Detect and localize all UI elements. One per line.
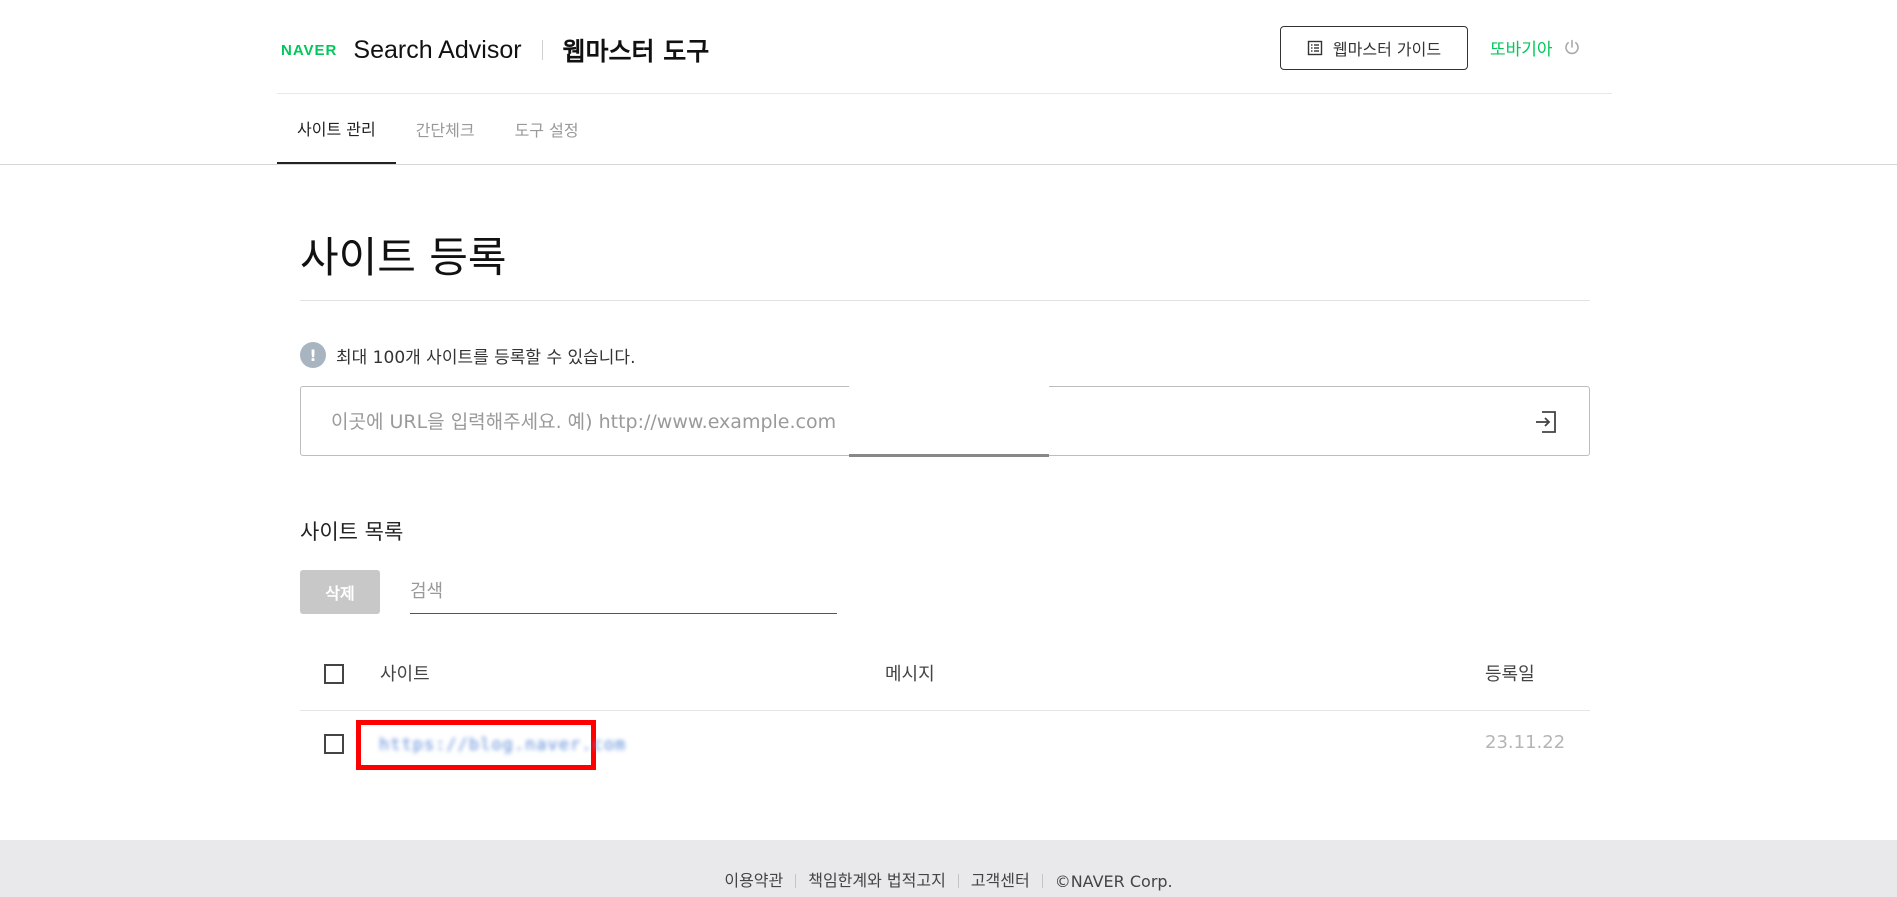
search-input[interactable] — [410, 570, 837, 612]
registration-date: 23.11.22 — [1485, 732, 1566, 753]
table-row: https://blog.naver.com 23.11.22 — [300, 710, 1590, 780]
footer-link-terms[interactable]: 이용약관 — [724, 867, 783, 891]
site-link[interactable]: https://blog.naver.com — [356, 720, 625, 770]
footer-link-support[interactable]: 고객센터 — [971, 867, 1030, 891]
header-inner: NAVER Search Advisor 웹마스터 도구 웹마스터 가이드 또바… — [277, 0, 1612, 164]
table-header: 사이트 메시지 등록일 — [300, 640, 1590, 711]
document-list-icon — [1307, 40, 1323, 56]
tab-site-management[interactable]: 사이트 관리 — [277, 94, 396, 164]
user-area: 또바기아 — [1490, 32, 1581, 62]
footer-link-legal[interactable]: 책임한계와 법적고지 — [808, 867, 946, 891]
tab-quick-check[interactable]: 간단체크 — [396, 94, 495, 164]
power-icon[interactable] — [1563, 38, 1581, 56]
row-checkbox[interactable] — [324, 734, 344, 754]
user-name[interactable]: 또바기아 — [1490, 35, 1553, 60]
search-field — [410, 570, 837, 614]
tab-bar: 사이트 관리 간단체크 도구 설정 — [277, 94, 599, 164]
url-input-overlay — [849, 383, 1049, 457]
url-input-box — [300, 383, 1590, 457]
footer-links: 이용약관 책임한계와 법적고지 고객센터 ©NAVER Corp. — [0, 840, 1897, 897]
notice-text: 최대 100개 사이트를 등록할 수 있습니다. — [336, 347, 636, 368]
footer-copyright: ©NAVER Corp. — [1054, 872, 1173, 891]
tab-tool-settings[interactable]: 도구 설정 — [495, 94, 599, 164]
title-divider — [300, 300, 1590, 301]
select-all-checkbox[interactable] — [324, 664, 344, 684]
footer: 이용약관 책임한계와 법적고지 고객센터 ©NAVER Corp. — [0, 840, 1897, 897]
product-name[interactable]: Search Advisor — [353, 36, 521, 65]
delete-button[interactable]: 삭제 — [300, 570, 380, 614]
column-header-message: 메시지 — [885, 664, 935, 685]
footer-separator — [1041, 874, 1043, 888]
column-header-site: 사이트 — [380, 664, 430, 685]
site-url: https://blog.naver.com — [379, 735, 627, 755]
webmaster-guide-button[interactable]: 웹마스터 가이드 — [1280, 26, 1468, 70]
header: NAVER Search Advisor 웹마스터 도구 웹마스터 가이드 또바… — [0, 0, 1897, 165]
column-header-date: 등록일 — [1485, 664, 1535, 685]
tool-title[interactable]: 웹마스터 도구 — [563, 32, 710, 68]
footer-separator — [795, 874, 797, 888]
exclamation-circle-icon: ! — [300, 342, 326, 368]
footer-separator — [957, 874, 959, 888]
webmaster-guide-label: 웹마스터 가이드 — [1332, 40, 1442, 59]
enter-arrow-icon[interactable] — [1533, 409, 1559, 435]
brand[interactable]: NAVER Search Advisor 웹마스터 도구 — [281, 30, 709, 70]
site-list-title: 사이트 목록 — [300, 520, 404, 544]
notice: ! 최대 100개 사이트를 등록할 수 있습니다. — [300, 342, 635, 368]
brand-separator — [541, 40, 543, 60]
page-title: 사이트 등록 — [300, 233, 507, 282]
naver-logo[interactable]: NAVER — [281, 42, 337, 59]
